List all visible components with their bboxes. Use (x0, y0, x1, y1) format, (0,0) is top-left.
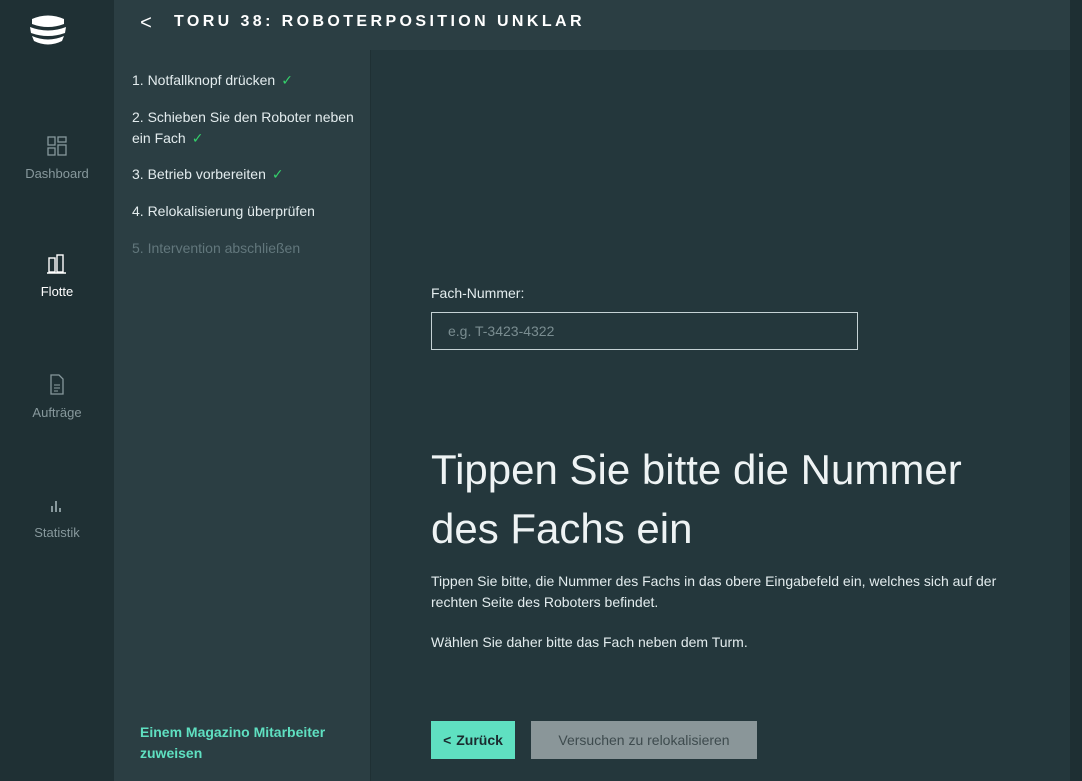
scrollbar-track[interactable] (1070, 0, 1082, 781)
nav-label-auftraege: Aufträge (32, 405, 82, 420)
step-label: 4. Relokalisierung überprüfen (132, 203, 315, 219)
check-icon: ✓ (191, 130, 204, 146)
step-item-2: 2. Schieben Sie den Roboter neben ein Fa… (132, 107, 362, 149)
step-item-3: 3. Betrieb vorbereiten ✓ (132, 164, 362, 185)
step-label: 1. Notfallknopf drücken (132, 72, 276, 88)
nav-item-dashboard[interactable]: Dashboard (0, 134, 114, 204)
back-step-label: Zurück (456, 732, 503, 748)
back-button[interactable]: < (134, 9, 158, 37)
dashboard-icon (47, 136, 67, 156)
step-label: 3. Betrieb vorbereiten (132, 166, 266, 182)
chevron-left-icon: < (140, 11, 152, 34)
document-icon (50, 374, 64, 395)
magazino-logo[interactable] (27, 12, 69, 48)
steps-panel: 1. Notfallknopf drücken ✓ 2. Schieben Sie… (114, 50, 370, 781)
main-content: Fach-Nummer: Tippen Sie bitte die Nummer… (371, 50, 1070, 781)
relocalize-label: Versuchen zu relokalisieren (558, 732, 730, 748)
instruction-text: Tippen Sie bitte, die Nummer des Fachs i… (431, 573, 997, 610)
page-title: TORU 38: ROBOTERPOSITION UNKLAR (174, 13, 585, 30)
instruction-heading: Tippen Sie bitte die Nummer des Fachs ei… (431, 446, 962, 552)
main-navigation: Dashboard Flotte Aufträge Statistik (0, 0, 114, 781)
bar-chart-icon (51, 501, 61, 512)
chevron-left-icon: < (443, 732, 452, 748)
check-icon: ✓ (271, 166, 284, 182)
fach-number-label: Fach-Nummer: (431, 285, 525, 301)
nav-item-statistik[interactable]: Statistik (0, 493, 114, 563)
relocalize-button[interactable]: Versuchen zu relokalisieren (531, 721, 757, 759)
step-item-5: 5. Intervention abschließen (132, 238, 362, 259)
step-item-4: 4. Relokalisierung überprüfen (132, 201, 362, 222)
assign-employee-link[interactable]: Einem Magazino Mitarbeiter zuweisen (140, 722, 360, 764)
header-bar: < TORU 38: ROBOTERPOSITION UNKLAR (114, 0, 1070, 50)
nav-label-statistik: Statistik (34, 525, 80, 540)
check-icon: ✓ (281, 72, 293, 88)
step-label: 2. Schieben Sie den Roboter neben ein Fa… (132, 109, 354, 146)
nav-label-dashboard: Dashboard (25, 166, 89, 181)
nav-label-flotte: Flotte (40, 284, 74, 299)
fleet-icon (47, 254, 66, 274)
nav-item-flotte[interactable]: Flotte (0, 252, 114, 322)
back-step-button[interactable]: < Zurück (431, 721, 515, 759)
step-label: 5. Intervention abschließen (132, 240, 301, 256)
instruction-hint: Wählen Sie daher bitte das Fach neben de… (431, 634, 748, 650)
nav-item-auftraege[interactable]: Aufträge (0, 373, 114, 443)
fach-number-input[interactable] (431, 312, 858, 350)
step-item-1: 1. Notfallknopf drücken ✓ (132, 70, 362, 91)
